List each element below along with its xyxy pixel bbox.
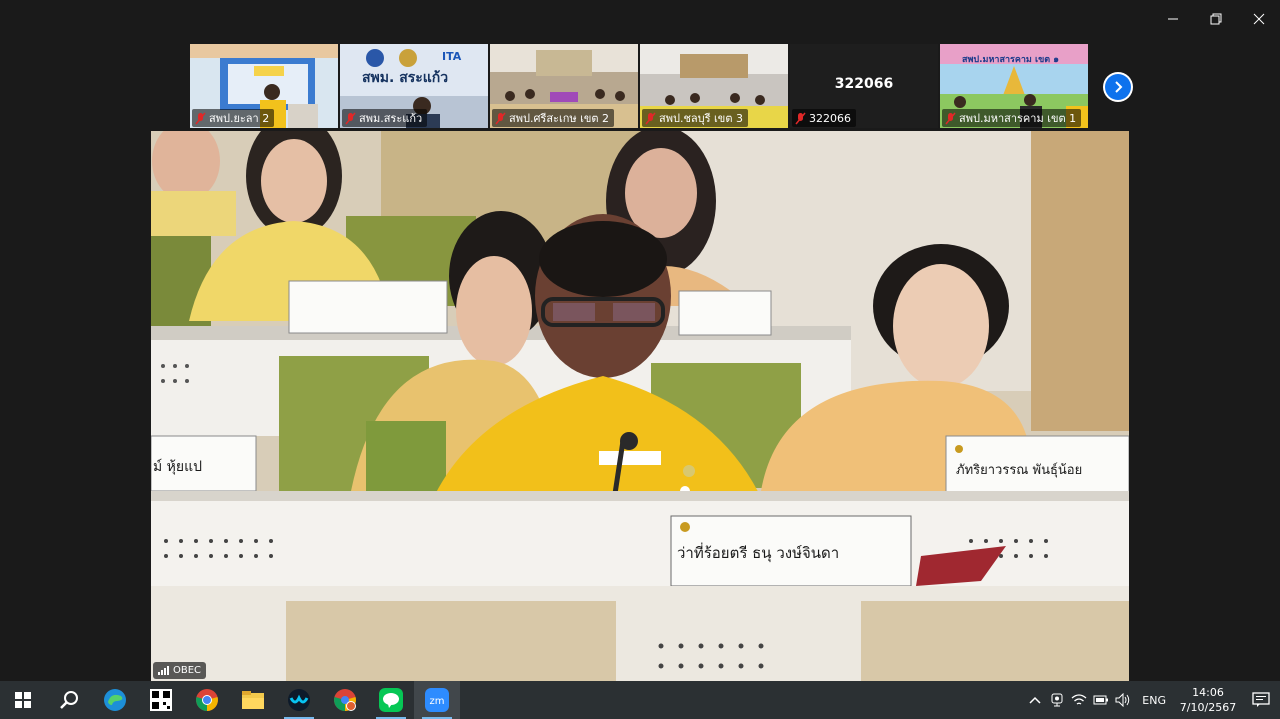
- wifi-icon: [1071, 694, 1087, 705]
- restore-icon: [1210, 13, 1221, 25]
- folder-icon: [242, 691, 264, 709]
- participant-label: 322066: [792, 109, 856, 127]
- speaker-video-feed: ม์ หุ้ยแป ภัทริยาวรรณ พันธุ์น้อย ว่าที่ร…: [151, 131, 1129, 681]
- participant-thumbnail[interactable]: สพป.มหาสารคาม เขต ๑ สพป.มหาสารคาม เขต 1: [940, 44, 1088, 128]
- participant-thumbnail[interactable]: สพป.ศรีสะเกษ เขต 2: [490, 44, 638, 128]
- taskbar-zoom[interactable]: zm: [414, 681, 460, 719]
- chrome-profile-icon: [334, 689, 356, 711]
- participant-label: สพป.ศรีสะเกษ เขต 2: [492, 109, 615, 127]
- main-video[interactable]: ม์ หุ้ยแป ภัทริยาวรรณ พันธุ์น้อย ว่าที่ร…: [151, 131, 1129, 681]
- minimize-icon: [1167, 18, 1178, 20]
- mic-off-icon: [795, 112, 806, 124]
- input-language[interactable]: ENG: [1134, 694, 1174, 707]
- speaker-icon: [1115, 693, 1130, 707]
- nameplate-speaker: ว่าที่ร้อยตรี ธนุ วงษ์จินดา: [677, 542, 839, 563]
- taskbar-file-explorer[interactable]: [230, 681, 276, 719]
- office-sign: สพม. สระแก้ว: [362, 70, 448, 86]
- meet-now-button[interactable]: [1046, 681, 1068, 719]
- participant-name-tag: OBEC: [153, 662, 207, 679]
- search-button[interactable]: [46, 681, 92, 719]
- start-button[interactable]: [0, 681, 46, 719]
- search-icon: [60, 691, 78, 709]
- clock[interactable]: 14:06 7/10/2567: [1174, 685, 1242, 715]
- mic-off-icon: [345, 112, 356, 124]
- participant-thumbnail[interactable]: 322066 322066: [790, 44, 938, 128]
- edge-icon: [104, 689, 126, 711]
- chevron-up-icon: [1029, 696, 1041, 704]
- network-button[interactable]: [1068, 681, 1090, 719]
- line-icon: [379, 688, 403, 712]
- battery-button[interactable]: [1090, 681, 1112, 719]
- clock-time: 14:06: [1192, 686, 1224, 699]
- minimize-button[interactable]: [1151, 0, 1194, 38]
- nameplate-right: ภัทริยาวรรณ พันธุ์น้อย: [956, 462, 1082, 478]
- battery-icon: [1093, 695, 1109, 705]
- mic-off-icon: [645, 112, 656, 124]
- participant-strip: สพป.ยะลา 2 ITA สพม. สระแก้ว สพม.สระแก้ว: [190, 44, 1088, 128]
- close-button[interactable]: [1237, 0, 1280, 38]
- show-hidden-icons-button[interactable]: [1024, 681, 1046, 719]
- chrome-icon: [196, 689, 218, 711]
- windows-icon: [15, 692, 31, 708]
- webex-icon: [288, 689, 310, 711]
- participant-label: สพป.ชลบุรี เขต 3: [642, 109, 748, 127]
- mic-off-icon: [945, 112, 956, 124]
- restore-button[interactable]: [1194, 0, 1237, 38]
- taskbar-edge[interactable]: [92, 681, 138, 719]
- action-center-button[interactable]: [1242, 692, 1280, 708]
- volume-button[interactable]: [1112, 681, 1134, 719]
- participant-label: สพม.สระแก้ว: [342, 109, 428, 127]
- participant-label: สพป.ยะลา 2: [192, 109, 275, 127]
- window-controls: [1151, 0, 1280, 38]
- system-tray: ENG 14:06 7/10/2567: [1024, 681, 1280, 719]
- clock-date: 7/10/2567: [1179, 701, 1237, 714]
- taskbar-line[interactable]: [368, 681, 414, 719]
- signal-strength-icon: [158, 666, 169, 675]
- svg-text:zm: zm: [430, 696, 445, 707]
- participant-thumbnail[interactable]: ITA สพม. สระแก้ว สพม.สระแก้ว: [340, 44, 488, 128]
- banner-text: สพป.มหาสารคาม เขต ๑: [962, 54, 1059, 65]
- qr-code-icon: [150, 689, 172, 711]
- chevron-right-icon: [1115, 81, 1123, 93]
- participant-thumbnail[interactable]: สพป.ชลบุรี เขต 3: [640, 44, 788, 128]
- participant-display-name: 322066: [834, 76, 894, 92]
- participant-label: สพป.มหาสารคาม เขต 1: [942, 109, 1082, 127]
- taskbar-webex[interactable]: [276, 681, 322, 719]
- close-icon: [1253, 13, 1264, 25]
- participant-thumbnail[interactable]: สพป.ยะลา 2: [190, 44, 338, 128]
- taskbar-chrome[interactable]: [184, 681, 230, 719]
- mic-off-icon: [195, 112, 206, 124]
- taskbar-qr-app[interactable]: [138, 681, 184, 719]
- taskbar-chrome-profile[interactable]: [322, 681, 368, 719]
- nameplate-left: ม์ หุ้ยแป: [153, 458, 202, 475]
- zoom-icon: zm: [425, 688, 449, 712]
- ita-logo: ITA: [442, 50, 462, 63]
- notification-icon: [1252, 692, 1270, 707]
- next-page-button[interactable]: [1103, 72, 1133, 102]
- taskbar: zm ENG 14:06 7/10/2567: [0, 681, 1280, 719]
- mic-off-icon: [495, 112, 506, 124]
- webcam-icon: [1051, 693, 1063, 707]
